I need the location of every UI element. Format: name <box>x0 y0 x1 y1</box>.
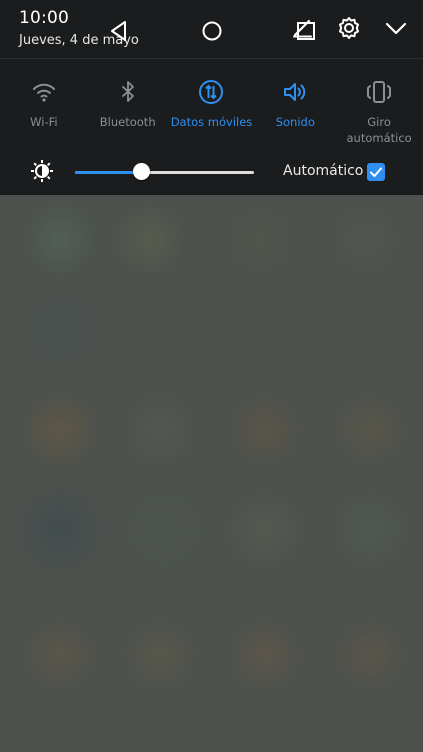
panel-divider <box>0 58 423 59</box>
checkmark-icon <box>370 167 382 177</box>
tile-mobile-data[interactable]: Datos móviles <box>170 78 254 146</box>
wifi-icon <box>30 78 58 106</box>
brightness-slider-thumb[interactable] <box>133 163 150 180</box>
brightness-row: Automático <box>0 154 423 190</box>
header-actions <box>268 15 409 41</box>
recents-button[interactable] <box>291 16 321 46</box>
tile-label-auto-rotate-line2: automático <box>346 131 412 145</box>
brightness-slider[interactable] <box>75 171 254 174</box>
mobile-data-icon <box>197 78 225 106</box>
back-button[interactable] <box>104 16 134 46</box>
auto-brightness-checkbox[interactable] <box>367 163 385 181</box>
bluetooth-icon <box>114 78 142 106</box>
tile-label-mobile-data: Datos móviles <box>170 115 253 129</box>
quick-tiles: Wi-Fi Bluetooth Datos móviles Sonido Gir… <box>0 78 423 146</box>
tile-label-bluetooth: Bluetooth <box>99 115 156 129</box>
home-icon <box>202 21 222 41</box>
back-icon <box>111 21 126 41</box>
tile-label-auto-rotate: Giro automático <box>346 114 411 146</box>
tile-label-auto-rotate-line1: Giro <box>367 115 391 129</box>
sound-icon <box>281 78 309 106</box>
tile-sound[interactable]: Sonido <box>253 78 337 146</box>
brightness-icon <box>29 158 55 184</box>
tile-auto-rotate[interactable]: Giro automático <box>337 78 421 146</box>
recents-icon <box>297 22 315 40</box>
auto-brightness-label: Automático <box>283 163 364 179</box>
screen: 10:00 Jueves, 4 de mayo Wi-Fi Bluetooth … <box>0 0 423 752</box>
collapse-chevron-icon[interactable] <box>383 15 409 41</box>
tile-wifi[interactable]: Wi-Fi <box>2 78 86 146</box>
tile-bluetooth[interactable]: Bluetooth <box>86 78 170 146</box>
home-button[interactable] <box>197 16 227 46</box>
settings-icon[interactable] <box>336 15 362 41</box>
auto-rotate-icon <box>365 78 393 106</box>
tile-label-wifi: Wi-Fi <box>30 115 58 129</box>
tile-label-sound: Sonido <box>275 115 315 129</box>
brightness-slider-fill <box>75 171 141 174</box>
